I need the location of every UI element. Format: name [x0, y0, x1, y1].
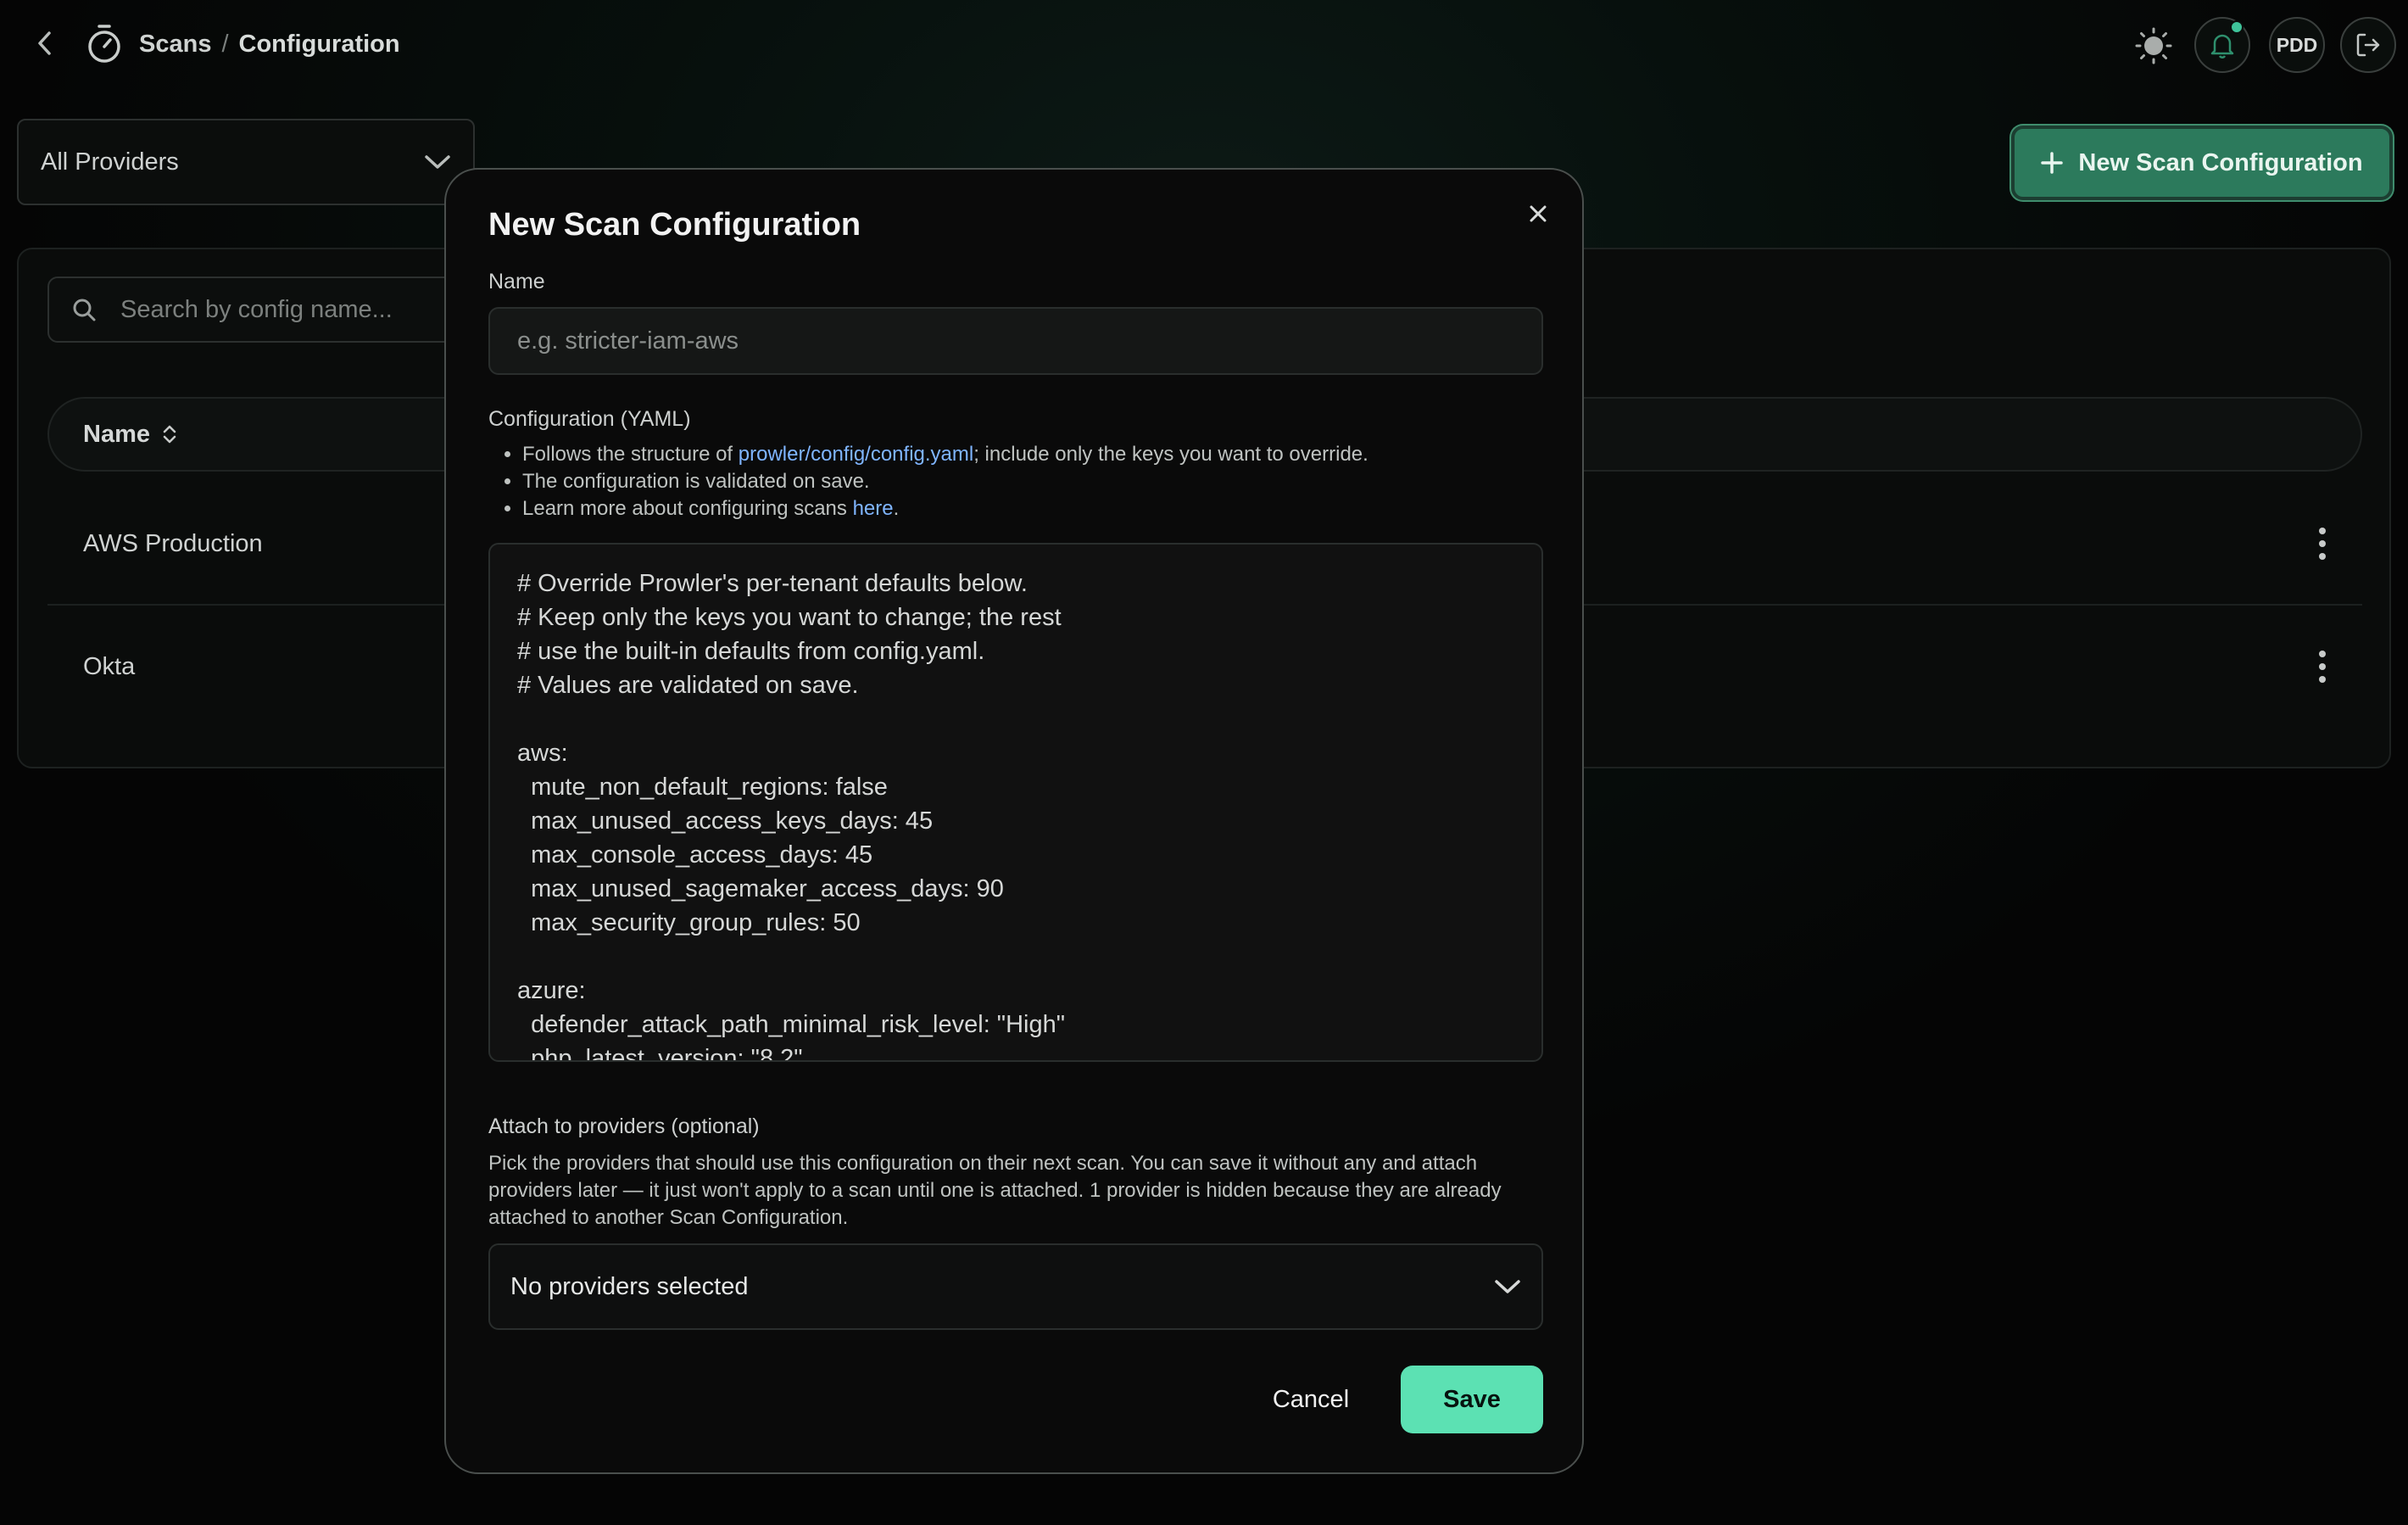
hint-learn-more: Learn more about configuring scans here.: [522, 495, 1557, 522]
provider-filter-value: All Providers: [41, 148, 179, 176]
breadcrumb-current: Configuration: [238, 31, 400, 58]
config-yaml-link[interactable]: prowler/config/config.yaml: [739, 443, 973, 466]
attach-providers-label: Attach to providers (optional): [488, 1114, 760, 1138]
avatar-initials: PDD: [2276, 33, 2318, 56]
save-button[interactable]: Save: [1401, 1366, 1543, 1433]
config-name-cell: Okta: [83, 652, 136, 680]
more-options-icon[interactable]: [2318, 527, 2327, 561]
providers-multiselect-value: No providers selected: [510, 1272, 749, 1300]
top-bar: Scans / Configuration PDD: [0, 0, 2408, 88]
close-dialog-button[interactable]: [1521, 197, 1555, 231]
logout-icon: [2356, 33, 2380, 57]
hint-structure-text: Follows the structure of: [522, 443, 739, 466]
provider-filter-select[interactable]: All Providers: [17, 119, 475, 205]
plus-icon: [2041, 152, 2064, 174]
search-placeholder: Search by config name...: [120, 295, 393, 323]
app-root: Scans / Configuration PDD All Providers …: [0, 0, 2408, 1525]
new-scan-configuration-button[interactable]: New Scan Configuration: [2011, 126, 2393, 200]
chevron-down-icon: [425, 155, 450, 169]
breadcrumb-scans-link[interactable]: Scans: [139, 27, 211, 61]
configuration-label: Configuration (YAML): [488, 407, 691, 431]
breadcrumb-separator: /: [221, 31, 229, 58]
search-icon: [73, 299, 96, 321]
attach-providers-description: Pick the providers that should use this …: [488, 1152, 1502, 1229]
notification-badge: [2230, 20, 2244, 34]
chevron-down-icon: [1495, 1280, 1520, 1293]
new-scan-configuration-label: New Scan Configuration: [2078, 148, 2363, 176]
close-icon: [1530, 205, 1547, 222]
hint-learn-more-text: Learn more about configuring scans: [522, 497, 853, 520]
name-input[interactable]: [488, 307, 1543, 375]
dialog-title: New Scan Configuration: [488, 207, 861, 243]
hint-validation: The configuration is validated on save.: [522, 468, 1557, 495]
sun-icon: [2135, 27, 2172, 64]
notifications-button[interactable]: [2194, 17, 2250, 73]
hint-learn-more-suffix: .: [893, 497, 900, 520]
breadcrumb: Scans / Configuration: [139, 27, 400, 61]
hint-structure: Follows the structure of prowler/config/…: [522, 441, 1557, 468]
back-button[interactable]: [29, 27, 61, 59]
logout-button[interactable]: [2340, 17, 2396, 73]
chevron-left-icon: [38, 31, 51, 55]
yaml-editor[interactable]: [488, 543, 1543, 1062]
config-search[interactable]: Search by config name...: [47, 277, 505, 343]
learn-more-link[interactable]: here: [853, 497, 894, 520]
new-scan-configuration-dialog: New Scan Configuration Name Configuratio…: [444, 168, 1584, 1474]
column-header-name[interactable]: Name: [83, 421, 150, 449]
hint-structure-suffix: ; include only the keys you want to over…: [973, 443, 1368, 466]
sort-icon[interactable]: [162, 423, 177, 445]
configuration-hints: Follows the structure of prowler/config/…: [488, 441, 1557, 522]
more-options-icon[interactable]: [2318, 650, 2327, 684]
config-name-cell: AWS Production: [83, 529, 263, 557]
stopwatch-icon: [88, 25, 120, 63]
providers-multiselect[interactable]: No providers selected: [488, 1243, 1543, 1330]
user-avatar[interactable]: PDD: [2269, 17, 2325, 73]
bell-icon: [2210, 34, 2234, 59]
theme-toggle[interactable]: [2133, 25, 2174, 66]
name-label: Name: [488, 270, 545, 293]
cancel-button[interactable]: Cancel: [1243, 1366, 1379, 1433]
